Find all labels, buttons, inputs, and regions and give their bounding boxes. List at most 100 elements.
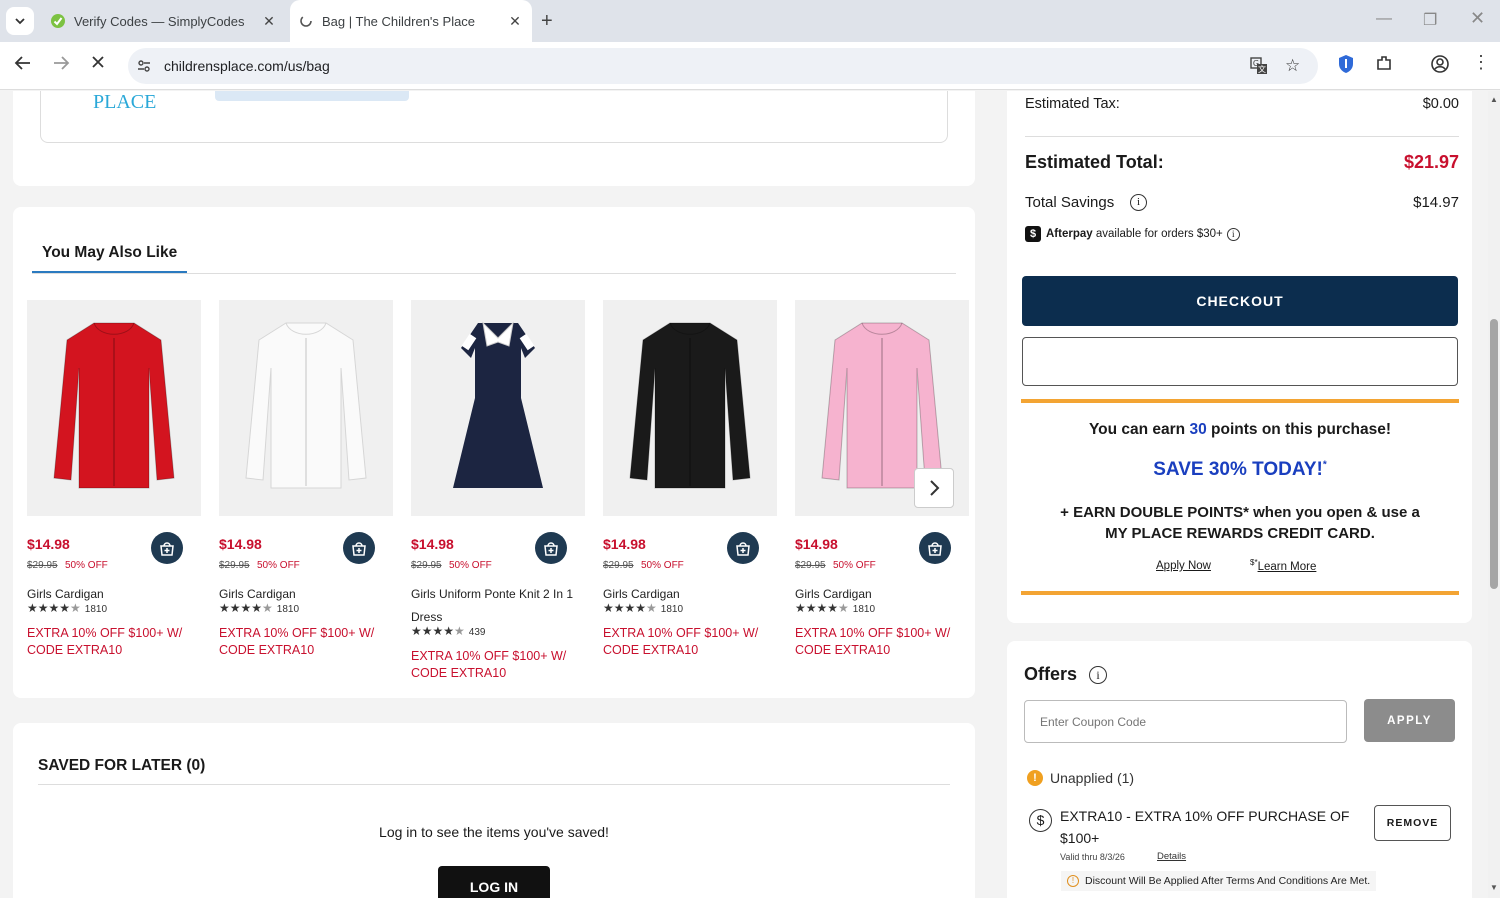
product-image[interactable] (603, 300, 777, 516)
unapplied-section: ! Unapplied (1) (1027, 770, 1134, 786)
star-rating-icon: ★★★★ (795, 601, 839, 615)
offers-heading: Offers (1024, 664, 1078, 684)
back-icon[interactable] (14, 54, 32, 77)
double-line-2: MY PLACE REWARDS CREDIT CARD. (1105, 525, 1375, 542)
coupon-code-input[interactable] (1024, 700, 1347, 743)
notice-text: Discount Will Be Applied After Terms And… (1085, 875, 1371, 887)
product-discount: 50% OFF (65, 560, 108, 571)
product-price: $14.98 (27, 536, 70, 552)
close-tab-icon[interactable]: ✕ (504, 13, 526, 30)
rewards-top-border (1021, 399, 1459, 403)
product-price: $14.98 (219, 536, 262, 552)
site-info-icon[interactable] (136, 58, 152, 79)
product-was-price: $29.95 (219, 560, 250, 571)
afterpay-text: available for orders $30+ (1095, 228, 1223, 240)
carousel-next-button[interactable] (914, 468, 954, 508)
product-tile[interactable]: $14.98 $29.95 50% OFF Girls Cardigan ★★★★★ 18… (27, 300, 201, 657)
tab-simplycodes[interactable]: Verify Codes — SimplyCodes ✕ (42, 0, 286, 42)
product-rating: ★★★★★ 1810 (603, 601, 683, 615)
product-promo: EXTRA 10% OFF $100+ W/ CODE EXTRA10 (411, 649, 567, 680)
bag-plus-icon (160, 542, 174, 556)
express-checkout-button[interactable] (1022, 337, 1458, 386)
tab-title: Verify Codes — SimplyCodes (74, 13, 245, 29)
rewards-bottom-border (1021, 591, 1459, 595)
product-tile[interactable]: $14.98 $29.95 50% OFF Girls Cardigan ★★★★★ 18… (219, 300, 393, 657)
half-star-icon: ★ (838, 601, 849, 615)
address-bar[interactable]: childrensplace.com/us/bag 文G ☆ (128, 48, 1318, 84)
recommendations-heading[interactable]: You May Also Like (42, 244, 177, 262)
product-tile[interactable]: $14.98 $29.95 50% OFF Girls Cardigan ★★★★★ 18… (603, 300, 777, 657)
add-to-bag-button[interactable] (919, 532, 951, 564)
translate-icon[interactable]: 文G (1250, 57, 1268, 80)
bag-plus-icon (352, 542, 366, 556)
chevron-down-icon (15, 18, 25, 25)
bookmark-star-icon[interactable]: ☆ (1285, 56, 1300, 76)
coupon-dollar-icon: $ (1029, 809, 1052, 832)
learn-more-link[interactable]: Learn More (1258, 561, 1317, 573)
half-star-icon: ★ (262, 601, 273, 615)
apply-now-link[interactable]: Apply Now (1156, 560, 1211, 572)
savings-label: Total Savings (1025, 194, 1115, 211)
product-name[interactable]: Girls Uniform Ponte Knit 2 In 1 Dress (411, 583, 583, 629)
half-star-icon: ★ (70, 601, 81, 615)
total-value: $21.97 (1403, 152, 1459, 172)
product-image[interactable] (27, 300, 201, 516)
add-to-bag-button[interactable] (151, 532, 183, 564)
add-to-bag-button[interactable] (727, 532, 759, 564)
tab-childrens-place[interactable]: Bag | The Children's Place ✕ (290, 0, 532, 42)
afterpay-info-icon[interactable]: i (1226, 227, 1240, 241)
menu-kebab-icon[interactable]: ⋮ (1472, 52, 1490, 73)
minimize-icon[interactable]: — (1376, 10, 1392, 28)
review-count: 1810 (852, 604, 876, 615)
extensions-icon[interactable] (1375, 54, 1393, 77)
product-image[interactable] (411, 300, 585, 516)
close-tab-icon[interactable]: ✕ (258, 13, 280, 30)
save-text: SAVE 30% TODAY! (1153, 459, 1323, 480)
review-count: 1810 (660, 604, 684, 615)
stop-loading-icon[interactable] (90, 54, 106, 75)
scrollbar-thumb[interactable] (1490, 319, 1498, 589)
tab-title: Bag | The Children's Place (322, 13, 476, 29)
product-promo: EXTRA 10% OFF $100+ W/ CODE EXTRA10 (27, 626, 183, 657)
earn-points-text: You can earn 30 points on this purchase! (1021, 421, 1459, 439)
tab-search-button[interactable] (6, 7, 34, 35)
warning-icon: ! (1027, 770, 1043, 786)
afterpay-logo-icon: $ (1025, 226, 1041, 242)
item-tag (215, 91, 409, 101)
product-discount: 50% OFF (257, 560, 300, 571)
new-tab-button[interactable]: + (541, 10, 553, 33)
page-scrollbar[interactable]: ▲ ▼ (1488, 91, 1500, 898)
remove-coupon-button[interactable]: REMOVE (1374, 805, 1451, 841)
forward-icon[interactable] (52, 54, 70, 77)
product-was-price: $29.95 (27, 560, 58, 571)
scroll-down-icon[interactable]: ▼ (1490, 883, 1498, 892)
info-icon[interactable]: i (1130, 194, 1147, 211)
checkout-button[interactable]: CHECKOUT (1022, 276, 1458, 326)
notice-info-icon: ! (1067, 875, 1079, 887)
add-to-bag-button[interactable] (343, 532, 375, 564)
coupon-details-link[interactable]: Details (1157, 851, 1186, 862)
divider (32, 273, 956, 274)
product-discount: 50% OFF (449, 560, 492, 571)
total-label: Estimated Total: (1025, 152, 1164, 172)
review-count: 1810 (84, 604, 108, 615)
product-tile[interactable]: $14.98 $29.95 50% OFF Girls Uniform Ponte K… (411, 300, 585, 680)
offers-info-icon[interactable]: i (1089, 666, 1107, 684)
earn-suffix: points on this purchase! (1211, 421, 1392, 438)
product-image[interactable] (219, 300, 393, 516)
product-rating: ★★★★★ 1810 (219, 601, 299, 615)
apply-coupon-button[interactable]: APPLY (1364, 699, 1455, 742)
saved-for-later-card: SAVED FOR LATER (0) Log in to see the it… (13, 723, 975, 898)
save-today-text: SAVE 30% TODAY!* (1021, 459, 1459, 481)
product-promo: EXTRA 10% OFF $100+ W/ CODE EXTRA10 (795, 626, 951, 657)
close-window-icon[interactable]: ✕ (1470, 8, 1485, 29)
scroll-up-icon[interactable]: ▲ (1490, 95, 1498, 104)
chevron-right-icon (930, 480, 940, 496)
coupon-valid: Valid thru 8/3/26 (1060, 852, 1125, 862)
password-manager-icon[interactable] (1337, 54, 1355, 79)
restore-icon[interactable]: ❐ (1423, 10, 1437, 30)
login-button[interactable]: LOG IN (438, 866, 550, 898)
product-was-price: $29.95 (411, 560, 442, 571)
add-to-bag-button[interactable] (535, 532, 567, 564)
profile-icon[interactable] (1430, 54, 1450, 79)
